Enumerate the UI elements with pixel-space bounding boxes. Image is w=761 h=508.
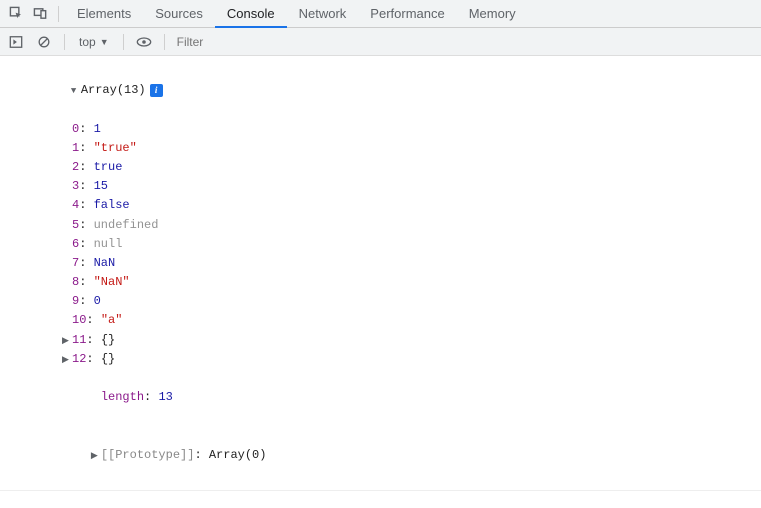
property-value: 1 <box>94 122 101 136</box>
property-value: 15 <box>94 179 108 193</box>
array-entry-row: 7: NaN <box>18 254 761 273</box>
separator <box>64 34 65 50</box>
property-name: [[Prototype]] <box>101 448 195 462</box>
devtools-tabs: Elements Sources Console Network Perform… <box>0 0 761 28</box>
array-entry-row[interactable]: ▶12: {} <box>18 350 761 369</box>
tab-elements[interactable]: Elements <box>65 0 143 28</box>
array-prototype-row[interactable]: ▶[[Prototype]]: Array(0) <box>18 427 761 485</box>
property-value: 13 <box>158 390 172 404</box>
property-value: 0 <box>94 294 101 308</box>
chevron-right-icon[interactable]: ▶ <box>91 449 99 463</box>
property-value: false <box>94 198 130 212</box>
array-entry-row: 4: false <box>18 196 761 215</box>
property-name: 11 <box>72 333 86 347</box>
array-header-row[interactable]: ▼Array(13) i <box>18 62 761 120</box>
array-entry-row: 8: "NaN" <box>18 273 761 292</box>
clear-console-icon[interactable] <box>32 30 56 54</box>
console-toolbar: top ▼ <box>0 28 761 56</box>
console-prompt[interactable] <box>0 490 761 508</box>
property-value: "NaN" <box>94 275 130 289</box>
console-output: ▼Array(13) i 0: 11: "true"2: true3: 154: … <box>0 56 761 490</box>
chevron-right-icon[interactable]: ▶ <box>62 353 70 367</box>
array-entry-row: 9: 0 <box>18 292 761 311</box>
property-value: "a" <box>101 313 123 327</box>
chevron-down-icon: ▼ <box>100 37 109 47</box>
property-value: NaN <box>94 256 116 270</box>
inspect-icon[interactable] <box>4 2 28 26</box>
toggle-sidebar-icon[interactable] <box>4 30 28 54</box>
property-value: {} <box>101 333 115 347</box>
array-entry-row: 3: 15 <box>18 177 761 196</box>
tab-performance[interactable]: Performance <box>358 0 456 28</box>
property-value: true <box>94 160 123 174</box>
property-value: null <box>94 237 123 251</box>
property-name: 10 <box>72 313 86 327</box>
tab-memory[interactable]: Memory <box>457 0 528 28</box>
separator <box>58 6 59 22</box>
array-entry-row: 5: undefined <box>18 216 761 235</box>
array-entry-row: 6: null <box>18 235 761 254</box>
property-value: Array(0) <box>209 448 267 462</box>
tab-sources[interactable]: Sources <box>143 0 215 28</box>
property-value: "true" <box>94 141 137 155</box>
property-name: 12 <box>72 352 86 366</box>
info-icon[interactable]: i <box>150 84 163 97</box>
array-entry-row: 10: "a" <box>18 311 761 330</box>
tab-network[interactable]: Network <box>287 0 359 28</box>
live-expression-icon[interactable] <box>132 30 156 54</box>
array-entry-row: 0: 1 <box>18 120 761 139</box>
array-entry-row[interactable]: ▶11: {} <box>18 331 761 350</box>
array-length-row: length: 13 <box>18 369 761 427</box>
array-entry-row: 2: true <box>18 158 761 177</box>
chevron-right-icon[interactable]: ▶ <box>62 334 70 348</box>
separator <box>123 34 124 50</box>
property-value: undefined <box>94 218 159 232</box>
chevron-down-icon[interactable]: ▼ <box>71 84 79 98</box>
tab-console[interactable]: Console <box>215 0 287 28</box>
separator <box>164 34 165 50</box>
context-label: top <box>79 35 96 49</box>
array-header: Array(13) <box>81 83 146 97</box>
array-entry-row: 1: "true" <box>18 139 761 158</box>
context-selector[interactable]: top ▼ <box>73 35 115 49</box>
property-name: length <box>101 390 144 404</box>
property-value: {} <box>101 352 115 366</box>
device-toggle-icon[interactable] <box>28 2 52 26</box>
filter-input[interactable] <box>173 31 373 53</box>
